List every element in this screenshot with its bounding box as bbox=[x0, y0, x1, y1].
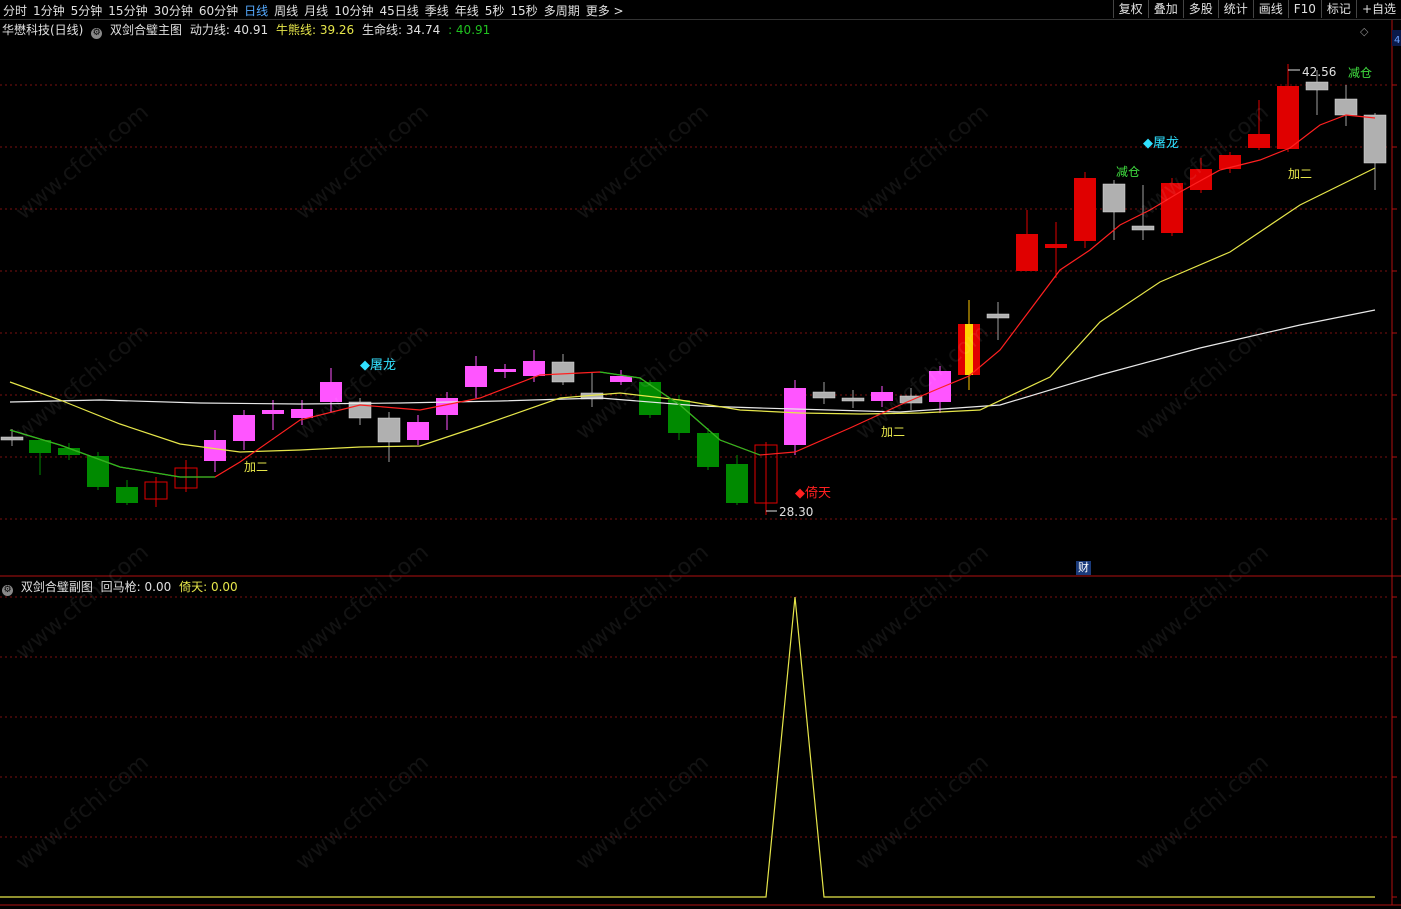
candle-body bbox=[320, 382, 342, 402]
candle-body bbox=[812, 391, 836, 399]
candle-body bbox=[0, 436, 24, 441]
candle-body bbox=[986, 313, 1010, 319]
tulong-signal-1: ◆屠龙 bbox=[360, 358, 396, 373]
candle-body bbox=[465, 366, 487, 387]
candle-body bbox=[494, 369, 516, 372]
candle-body bbox=[929, 371, 951, 402]
high-price-label: 42.56 bbox=[1302, 65, 1336, 79]
jiaer-signal-3: 加二 bbox=[1288, 167, 1312, 181]
candle-body bbox=[1305, 81, 1329, 91]
jiancang-signal-2: 减仓 bbox=[1348, 66, 1372, 80]
power-line bbox=[9, 114, 1376, 478]
candle-body bbox=[407, 422, 429, 440]
candle-body bbox=[262, 410, 284, 414]
candle-body bbox=[1045, 244, 1067, 248]
huima-line bbox=[0, 596, 1375, 898]
jiancang-signal-1: 减仓 bbox=[1116, 165, 1140, 179]
candle-body bbox=[1161, 183, 1183, 233]
candle-body bbox=[523, 361, 545, 376]
candle-body bbox=[1277, 86, 1299, 149]
candle-body bbox=[1016, 234, 1038, 271]
candle-body bbox=[1363, 114, 1387, 164]
scale-top-label: 4 bbox=[1394, 35, 1400, 46]
candle-body bbox=[233, 415, 255, 441]
candle-body bbox=[1131, 225, 1155, 231]
candle-body bbox=[841, 397, 865, 402]
kline-chart[interactable]: 4◇42.5628.30◆屠龙◆屠龙◆倚天加二加二加二减仓减仓 bbox=[0, 0, 1401, 909]
candle-body bbox=[291, 409, 313, 418]
candle-body bbox=[1074, 178, 1096, 241]
candle-body bbox=[204, 440, 226, 461]
candle-body bbox=[29, 440, 51, 453]
candle-body bbox=[116, 487, 138, 503]
power-line-down bbox=[9, 429, 215, 478]
candle-body bbox=[1190, 169, 1212, 190]
tulong-signal-2: ◆屠龙 bbox=[1143, 136, 1179, 151]
candle-body bbox=[784, 388, 806, 445]
candle-body bbox=[1334, 98, 1358, 116]
candle-body bbox=[1248, 134, 1270, 148]
finance-badge[interactable]: 财 bbox=[1076, 561, 1091, 575]
life-line bbox=[9, 309, 1376, 413]
candle-body bbox=[551, 361, 575, 383]
jiaer-signal-1: 加二 bbox=[244, 460, 268, 474]
yitian-signal: ◆倚天 bbox=[795, 486, 831, 501]
candle-body bbox=[639, 382, 661, 415]
candle-body bbox=[697, 433, 719, 467]
candle-body bbox=[1102, 183, 1126, 213]
candle-body bbox=[377, 417, 401, 443]
jiaer-signal-2: 加二 bbox=[881, 425, 905, 439]
candle-body bbox=[871, 392, 893, 401]
candle-body bbox=[726, 464, 748, 503]
diamond-marker: ◇ bbox=[1360, 25, 1369, 38]
low-price-label: 28.30 bbox=[779, 505, 813, 519]
candle-body bbox=[87, 456, 109, 487]
candle-body-highlight bbox=[965, 324, 973, 375]
